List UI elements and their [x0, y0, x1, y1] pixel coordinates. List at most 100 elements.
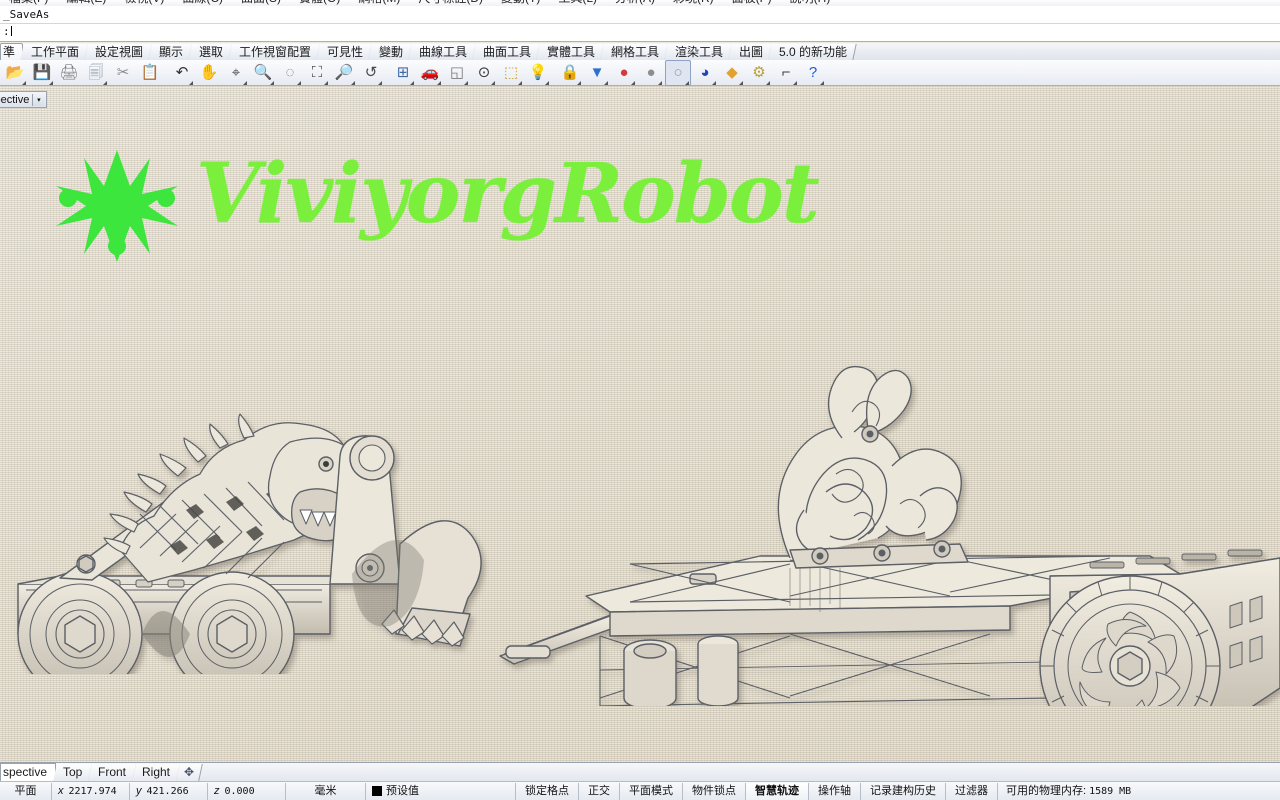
- dropdown-corner-icon[interactable]: [793, 81, 797, 85]
- save-icon[interactable]: 💾: [29, 60, 55, 86]
- menu-item[interactable]: 變動(T): [492, 0, 549, 6]
- status-toggle-7[interactable]: 过滤器: [946, 783, 998, 800]
- dragon-head-loader-vehicle[interactable]: [0, 334, 500, 674]
- status-toggle-5[interactable]: 操作轴: [809, 783, 861, 800]
- dropdown-corner-icon[interactable]: [378, 81, 382, 85]
- menu-item[interactable]: 說明(H): [781, 0, 840, 6]
- zoom-window-icon[interactable]: ⌖: [223, 60, 249, 86]
- dropdown-corner-icon[interactable]: [464, 81, 468, 85]
- menu-item[interactable]: 曲面(S): [232, 0, 290, 6]
- viewport-grid-icon[interactable]: ⊞: [390, 60, 416, 86]
- status-toggle-0[interactable]: 锁定格点: [516, 783, 579, 800]
- viewport-tab-front[interactable]: Front: [89, 764, 138, 781]
- menu-item[interactable]: 網格(M): [349, 0, 409, 6]
- layer-icon[interactable]: ⬚: [498, 60, 524, 86]
- toolbar-tab[interactable]: 實體工具: [536, 44, 604, 60]
- zoom-dynamic-icon[interactable]: 🔎: [331, 60, 357, 86]
- cplane-icon[interactable]: ◱: [444, 60, 470, 86]
- paste-icon[interactable]: 📋: [137, 60, 163, 86]
- dropdown-corner-icon[interactable]: [243, 81, 247, 85]
- menu-item[interactable]: 編輯(E): [57, 0, 115, 6]
- menu-item[interactable]: 工具(L): [549, 0, 606, 6]
- lock-icon[interactable]: 🔒: [557, 60, 583, 86]
- light-bulb-icon[interactable]: 💡: [525, 60, 551, 86]
- command-prompt[interactable]: :: [0, 24, 1280, 40]
- chevron-down-icon[interactable]: ▾: [32, 94, 44, 106]
- cut-icon[interactable]: ✂: [110, 60, 136, 86]
- dropdown-corner-icon[interactable]: [658, 81, 662, 85]
- command-area[interactable]: _SaveAs :: [0, 6, 1280, 42]
- open-icon[interactable]: 📂: [2, 60, 28, 86]
- dropdown-corner-icon[interactable]: [297, 81, 301, 85]
- toolbar-tab[interactable]: 顯示: [148, 44, 192, 60]
- viewport-title-label[interactable]: spective ▾: [0, 91, 47, 108]
- toolbar-tab[interactable]: 變動: [368, 44, 412, 60]
- status-toggle-1[interactable]: 正交: [579, 783, 620, 800]
- toolbar-tab[interactable]: 曲面工具: [472, 44, 540, 60]
- menu-item[interactable]: 檢視(V): [115, 0, 173, 6]
- dropdown-corner-icon[interactable]: [189, 81, 193, 85]
- color-wheel-icon[interactable]: ●: [611, 60, 637, 86]
- dropdown-corner-icon[interactable]: [766, 81, 770, 85]
- material-icon[interactable]: ▼: [584, 60, 610, 86]
- help-icon[interactable]: ?: [800, 60, 826, 86]
- viewport-tab-perspective[interactable]: spective: [0, 763, 56, 781]
- gear-icon[interactable]: ⚙: [746, 60, 772, 86]
- status-bar[interactable]: 平面x2217.974y421.266z0.000毫米预设值锁定格点正交平面模式…: [0, 781, 1280, 800]
- main-toolbar[interactable]: 📂💾🖨🗐✂📋↶✋⌖🔍◌⛶🔎↺⊞🚗◱⊙⬚💡🔒▼●●○◕◆⚙⌐?: [0, 60, 1280, 86]
- add-viewport-tab-button[interactable]: ✥: [177, 764, 204, 781]
- dropdown-corner-icon[interactable]: [324, 81, 328, 85]
- dropdown-corner-icon[interactable]: [491, 81, 495, 85]
- toolbar-tab[interactable]: 工作視窗配置: [228, 44, 320, 60]
- menu-item[interactable]: 曲線(C): [173, 0, 232, 6]
- menu-item[interactable]: 面板(P): [723, 0, 781, 6]
- rotate-view-icon[interactable]: ↺: [358, 60, 384, 86]
- toolbar-tab[interactable]: 曲線工具: [408, 44, 476, 60]
- dragon-crest-trailer-vehicle[interactable]: [490, 306, 1280, 706]
- zoom-selected-icon[interactable]: ◌: [277, 60, 303, 86]
- toolbar-tab[interactable]: 渲染工具: [664, 44, 732, 60]
- layer-color-swatch[interactable]: [372, 786, 382, 796]
- dropdown-corner-icon[interactable]: [518, 81, 522, 85]
- shade-sphere-icon[interactable]: ●: [638, 60, 664, 86]
- dropdown-corner-icon[interactable]: [685, 81, 689, 85]
- toolbar-tab[interactable]: 可見性: [316, 44, 372, 60]
- dropdown-corner-icon[interactable]: [820, 81, 824, 85]
- dropdown-corner-icon[interactable]: [49, 81, 53, 85]
- copy-icon[interactable]: 🗐: [83, 60, 109, 86]
- dropdown-corner-icon[interactable]: [22, 81, 26, 85]
- dropdown-corner-icon[interactable]: [270, 81, 274, 85]
- dropdown-corner-icon[interactable]: [631, 81, 635, 85]
- menu-item[interactable]: 彩現(R): [664, 0, 723, 6]
- status-toggle-3[interactable]: 物件锁点: [683, 783, 746, 800]
- zoom-in-icon[interactable]: 🔍: [250, 60, 276, 86]
- dropdown-corner-icon[interactable]: [577, 81, 581, 85]
- dimension-icon[interactable]: ⌐: [773, 60, 799, 86]
- named-view-icon[interactable]: 🚗: [417, 60, 443, 86]
- print-icon[interactable]: 🖨: [56, 60, 82, 86]
- pan-icon[interactable]: ✋: [196, 60, 222, 86]
- units-indicator[interactable]: 毫米: [286, 783, 366, 800]
- ghost-sphere-icon[interactable]: ○: [665, 60, 691, 86]
- menu-item[interactable]: 分析(A): [606, 0, 664, 6]
- viewport-tab-right[interactable]: Right: [133, 764, 182, 781]
- toolbar-tab[interactable]: 選取: [188, 44, 232, 60]
- status-toggle-4[interactable]: 智慧轨迹: [746, 783, 809, 800]
- render-cone-icon[interactable]: ◆: [719, 60, 745, 86]
- dropdown-corner-icon[interactable]: [739, 81, 743, 85]
- menu-item[interactable]: 實體(O): [290, 0, 349, 6]
- clock-icon[interactable]: ⊙: [471, 60, 497, 86]
- dropdown-corner-icon[interactable]: [437, 81, 441, 85]
- dropdown-corner-icon[interactable]: [604, 81, 608, 85]
- toolbar-tab-strip[interactable]: 準工作平面設定視圖顯示選取工作視窗配置可見性變動曲線工具曲面工具實體工具網格工具…: [0, 43, 1280, 61]
- undo-icon[interactable]: ↶: [169, 60, 195, 86]
- toolbar-tab[interactable]: 出圖: [729, 44, 773, 60]
- status-toggle-6[interactable]: 记录建构历史: [861, 783, 946, 800]
- toolbar-tab[interactable]: 5.0 的新功能: [769, 44, 857, 60]
- viewport-tab-top[interactable]: Top: [53, 764, 93, 781]
- menu-item[interactable]: 尺寸標註(D): [409, 0, 492, 6]
- zoom-extents-icon[interactable]: ⛶: [304, 60, 330, 86]
- toolbar-tab[interactable]: 網格工具: [600, 44, 668, 60]
- toolbar-tab[interactable]: 準: [0, 43, 23, 60]
- viewport-tab-bar[interactable]: spectiveTopFrontRight✥: [0, 762, 1280, 782]
